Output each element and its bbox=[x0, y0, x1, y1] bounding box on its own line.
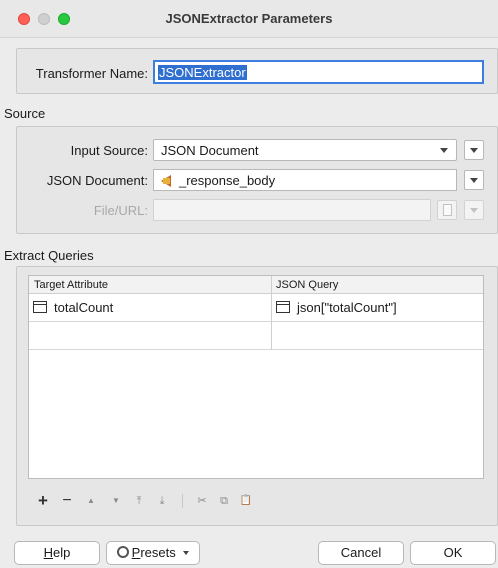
json-document-value: _response_body bbox=[179, 173, 276, 188]
column-divider bbox=[271, 276, 272, 350]
toolbar-divider bbox=[182, 494, 183, 508]
transformer-name-label: Transformer Name: bbox=[35, 66, 148, 81]
chevron-down-icon bbox=[470, 148, 478, 153]
presets-label: resets bbox=[140, 545, 176, 560]
window-title: JSONExtractor Parameters bbox=[165, 11, 333, 26]
json-document-menu-button[interactable] bbox=[464, 170, 484, 190]
table-row[interactable]: totalCount json["totalCount"] bbox=[29, 294, 483, 322]
file-url-field bbox=[153, 199, 431, 221]
move-bottom-button[interactable]: ⤓ bbox=[154, 492, 170, 510]
attribute-icon bbox=[161, 175, 171, 187]
presets-mnemonic: P bbox=[131, 545, 141, 560]
transformer-name-field[interactable]: JSONExtractor bbox=[153, 60, 484, 84]
table-row[interactable] bbox=[29, 322, 483, 350]
input-source-select[interactable]: JSON Document bbox=[153, 139, 457, 161]
json-document-label: JSON Document: bbox=[46, 173, 148, 188]
add-row-button[interactable]: + bbox=[34, 492, 52, 510]
attribute-icon bbox=[33, 301, 47, 313]
chevron-down-icon bbox=[470, 178, 478, 183]
source-section-title: Source bbox=[4, 106, 46, 121]
input-source-value: JSON Document bbox=[161, 143, 259, 158]
cancel-button[interactable]: Cancel bbox=[318, 541, 404, 565]
file-browse-button bbox=[437, 200, 457, 220]
remove-row-button[interactable]: − bbox=[58, 492, 76, 510]
help-button[interactable]: Help bbox=[14, 541, 100, 565]
file-url-menu-button bbox=[464, 200, 484, 220]
input-source-label: Input Source: bbox=[70, 143, 148, 158]
file-url-label: File/URL: bbox=[93, 203, 148, 218]
column-header-target-attribute[interactable]: Target Attribute bbox=[29, 276, 271, 294]
presets-button[interactable]: Presets bbox=[106, 541, 200, 565]
query-icon bbox=[276, 301, 290, 313]
ok-button[interactable]: OK bbox=[410, 541, 496, 565]
json-query-cell[interactable]: json["totalCount"] bbox=[297, 300, 397, 315]
json-document-field[interactable]: _response_body bbox=[153, 169, 457, 191]
column-header-json-query[interactable]: JSON Query bbox=[271, 276, 483, 294]
file-icon bbox=[443, 204, 452, 216]
chevron-down-icon bbox=[183, 551, 190, 555]
copy-button[interactable]: ⧉ bbox=[216, 492, 232, 510]
transformer-name-value: JSONExtractor bbox=[158, 65, 247, 80]
move-down-button[interactable]: ▼ bbox=[108, 492, 124, 510]
extract-queries-title: Extract Queries bbox=[4, 248, 94, 263]
queries-table: Target Attribute JSON Query totalCount j… bbox=[28, 275, 484, 479]
chevron-down-icon bbox=[470, 208, 478, 213]
title-bar: JSONExtractor Parameters bbox=[0, 0, 498, 38]
help-mnemonic: H bbox=[43, 545, 54, 560]
cut-button[interactable]: ✂ bbox=[194, 492, 210, 510]
move-up-button[interactable]: ▲ bbox=[83, 492, 99, 510]
help-label: elp bbox=[53, 545, 71, 560]
move-top-button[interactable]: ⤒ bbox=[131, 492, 147, 510]
input-source-menu-button[interactable] bbox=[464, 140, 484, 160]
chevron-down-icon bbox=[440, 148, 448, 153]
target-attribute-cell[interactable]: totalCount bbox=[54, 300, 113, 315]
paste-button[interactable]: 📋 bbox=[238, 492, 254, 510]
gear-icon bbox=[116, 546, 129, 558]
